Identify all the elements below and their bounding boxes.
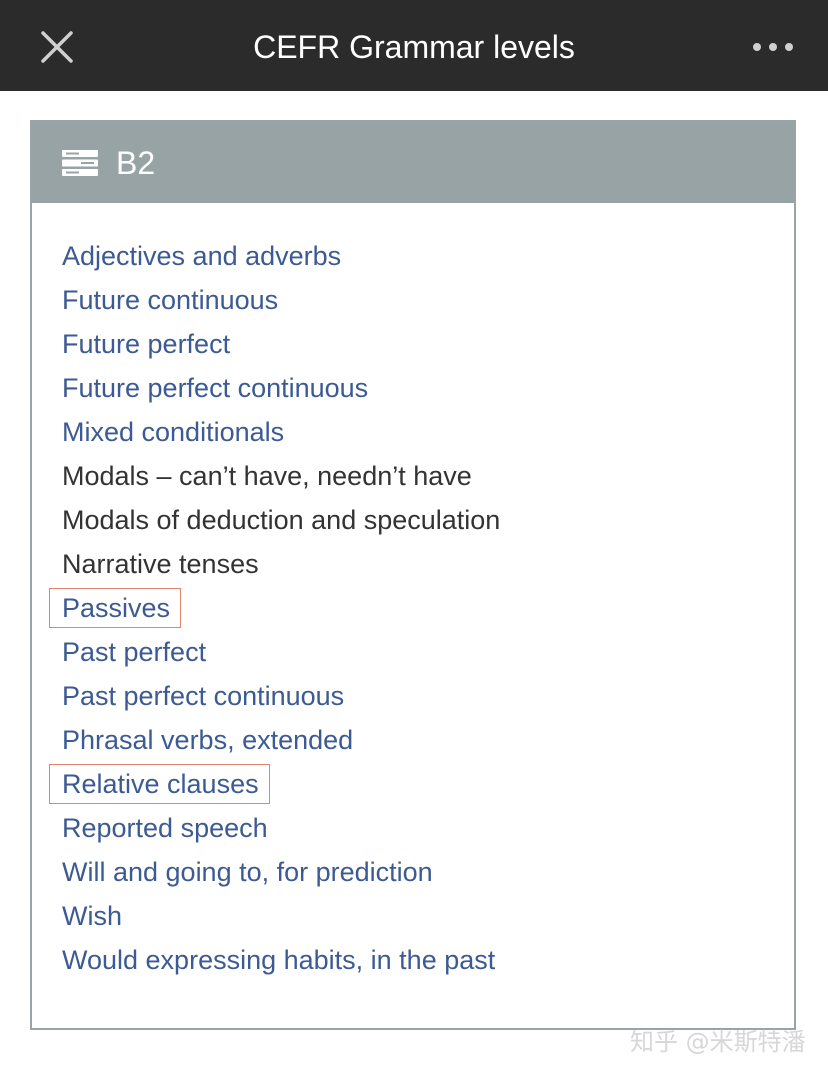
list-item: Adjectives and adverbs (62, 234, 500, 278)
topic-link[interactable]: Mixed conditionals (62, 417, 284, 447)
list-item: Phrasal verbs, extended (62, 718, 500, 762)
list-item: Modals – can’t have, needn’t have (62, 454, 500, 498)
list-item: Narrative tenses (62, 542, 500, 586)
topic-link[interactable]: Adjectives and adverbs (62, 241, 341, 271)
topic-link[interactable]: Past perfect continuous (62, 681, 344, 711)
topic-link[interactable]: Narrative tenses (62, 549, 259, 579)
list-item: Reported speech (62, 806, 500, 850)
topic-link[interactable]: Would expressing habits, in the past (62, 945, 495, 975)
topic-link[interactable]: Relative clauses (62, 769, 259, 799)
watermark: 知乎 @米斯特潘 (630, 1028, 806, 1056)
top-app-bar: CEFR Grammar levels (0, 0, 828, 91)
panel-header: B2 (32, 122, 794, 203)
level-title: B2 (116, 145, 156, 181)
topic-link[interactable]: Passives (62, 593, 170, 623)
topic-link[interactable]: Modals – can’t have, needn’t have (62, 461, 472, 491)
list-item: Past perfect continuous (62, 674, 500, 718)
list-item: Future continuous (62, 278, 500, 322)
list-item: Would expressing habits, in the past (62, 938, 500, 982)
topic-link[interactable]: Future continuous (62, 285, 278, 315)
topic-list: Adjectives and adverbs Future continuous F… (49, 234, 500, 982)
stack-list-icon (62, 150, 98, 176)
list-item: Passives (49, 586, 500, 630)
topic-link[interactable]: Modals of deduction and speculation (62, 505, 500, 535)
list-item: Future perfect (62, 322, 500, 366)
topic-link[interactable]: Wish (62, 901, 122, 931)
list-item: Future perfect continuous (62, 366, 500, 410)
more-options-icon (753, 43, 793, 51)
topic-link[interactable]: Will and going to, for prediction (62, 857, 433, 887)
page-title: CEFR Grammar levels (253, 29, 575, 65)
list-item: Past perfect (62, 630, 500, 674)
topic-link[interactable]: Phrasal verbs, extended (62, 725, 353, 755)
topic-link[interactable]: Future perfect continuous (62, 373, 368, 403)
topic-link[interactable]: Reported speech (62, 813, 268, 843)
more-options-button[interactable] (748, 30, 798, 64)
list-item: Wish (62, 894, 500, 938)
topic-link[interactable]: Past perfect (62, 637, 206, 667)
topic-link[interactable]: Future perfect (62, 329, 230, 359)
list-item: Mixed conditionals (62, 410, 500, 454)
list-item: Will and going to, for prediction (62, 850, 500, 894)
level-panel: B2 Adjectives and adverbs Future continuo… (30, 120, 796, 1030)
list-item: Modals of deduction and speculation (62, 498, 500, 542)
list-item: Relative clauses (49, 762, 500, 806)
